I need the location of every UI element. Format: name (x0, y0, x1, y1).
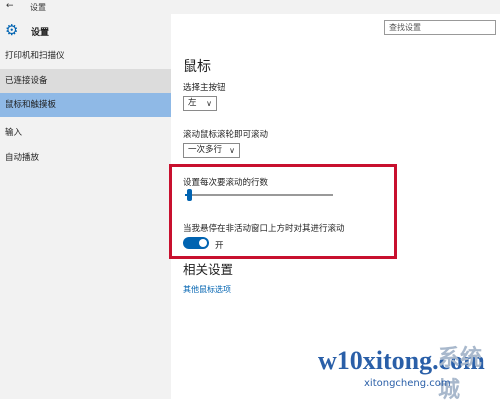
main-content: 鼠标 选择主按钮 左 ∨ 滚动鼠标滚轮即可滚动 一次多行 ∨ 设置每次要滚动的行… (169, 14, 500, 399)
sidebar-item-typing[interactable]: 输入 (0, 121, 171, 145)
scroll-mode-label: 滚动鼠标滚轮即可滚动 (183, 130, 269, 140)
gear-icon: ⚙ (5, 21, 19, 39)
primary-button-value: 左 (188, 98, 197, 108)
primary-button-dropdown[interactable]: 左 ∨ (183, 96, 217, 111)
sidebar-item-connected-devices[interactable]: 已连接设备 (0, 69, 171, 93)
back-arrow-icon[interactable]: ← (6, 1, 14, 11)
app-header: ⚙ 设置 (0, 22, 171, 40)
window-title: 设置 (30, 3, 46, 12)
highlight-box (169, 164, 397, 259)
scroll-mode-value: 一次多行 (188, 145, 223, 155)
window-titlebar: ← 设置 (0, 0, 500, 14)
app-name: 设置 (31, 28, 50, 38)
chevron-down-icon: ∨ (229, 146, 235, 155)
primary-button-label: 选择主按钮 (183, 83, 226, 93)
chevron-down-icon: ∨ (206, 99, 212, 108)
other-mouse-options-link[interactable]: 其他鼠标选项 (183, 284, 231, 295)
sidebar: ⚙ 设置 打印机和扫描仪 已连接设备 鼠标和触摸板 输入 自动播放 (0, 14, 171, 399)
sidebar-item-mouse-touchpad[interactable]: 鼠标和触摸板 (0, 93, 171, 117)
sidebar-item-printers[interactable]: 打印机和扫描仪 (0, 44, 171, 68)
page-title: 鼠标 (183, 59, 211, 75)
scroll-mode-dropdown[interactable]: 一次多行 ∨ (183, 143, 240, 158)
sidebar-item-autoplay[interactable]: 自动播放 (0, 146, 171, 170)
related-settings-heading: 相关设置 (183, 262, 234, 277)
